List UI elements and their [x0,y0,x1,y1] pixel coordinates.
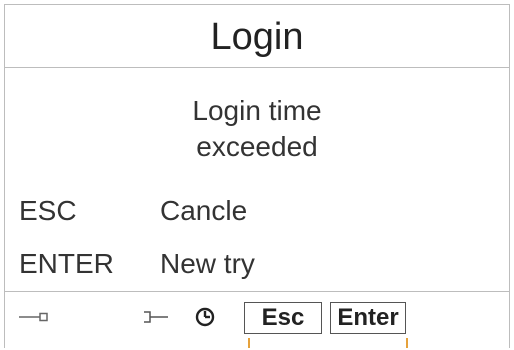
connection-plug-icon [18,308,52,331]
option-row-esc: ESC Cancle [19,195,247,227]
header-divider [5,67,509,68]
enter-softkey-button[interactable]: Enter [330,302,406,334]
footer-divider [5,291,509,292]
option-key-enter: ENTER [19,248,114,279]
login-dialog: Login Login time exceeded ESC Cancle ENTE… [4,4,510,348]
connection-socket-icon [142,308,172,331]
esc-softkey-button[interactable]: Esc [244,302,322,334]
page-title: Login [210,16,304,58]
softkey-indicator-right [406,338,408,348]
status-message: Login time exceeded [5,93,509,165]
message-line-1: Login time [192,95,322,126]
option-key-esc: ESC [19,195,77,226]
option-action-enter: New try [160,248,255,279]
option-row-enter: ENTER New try [19,248,255,280]
softkey-indicator-left [248,338,250,348]
option-action-esc: Cancle [160,195,248,226]
message-line-2: exceeded [196,131,318,162]
clock-icon [194,306,216,333]
